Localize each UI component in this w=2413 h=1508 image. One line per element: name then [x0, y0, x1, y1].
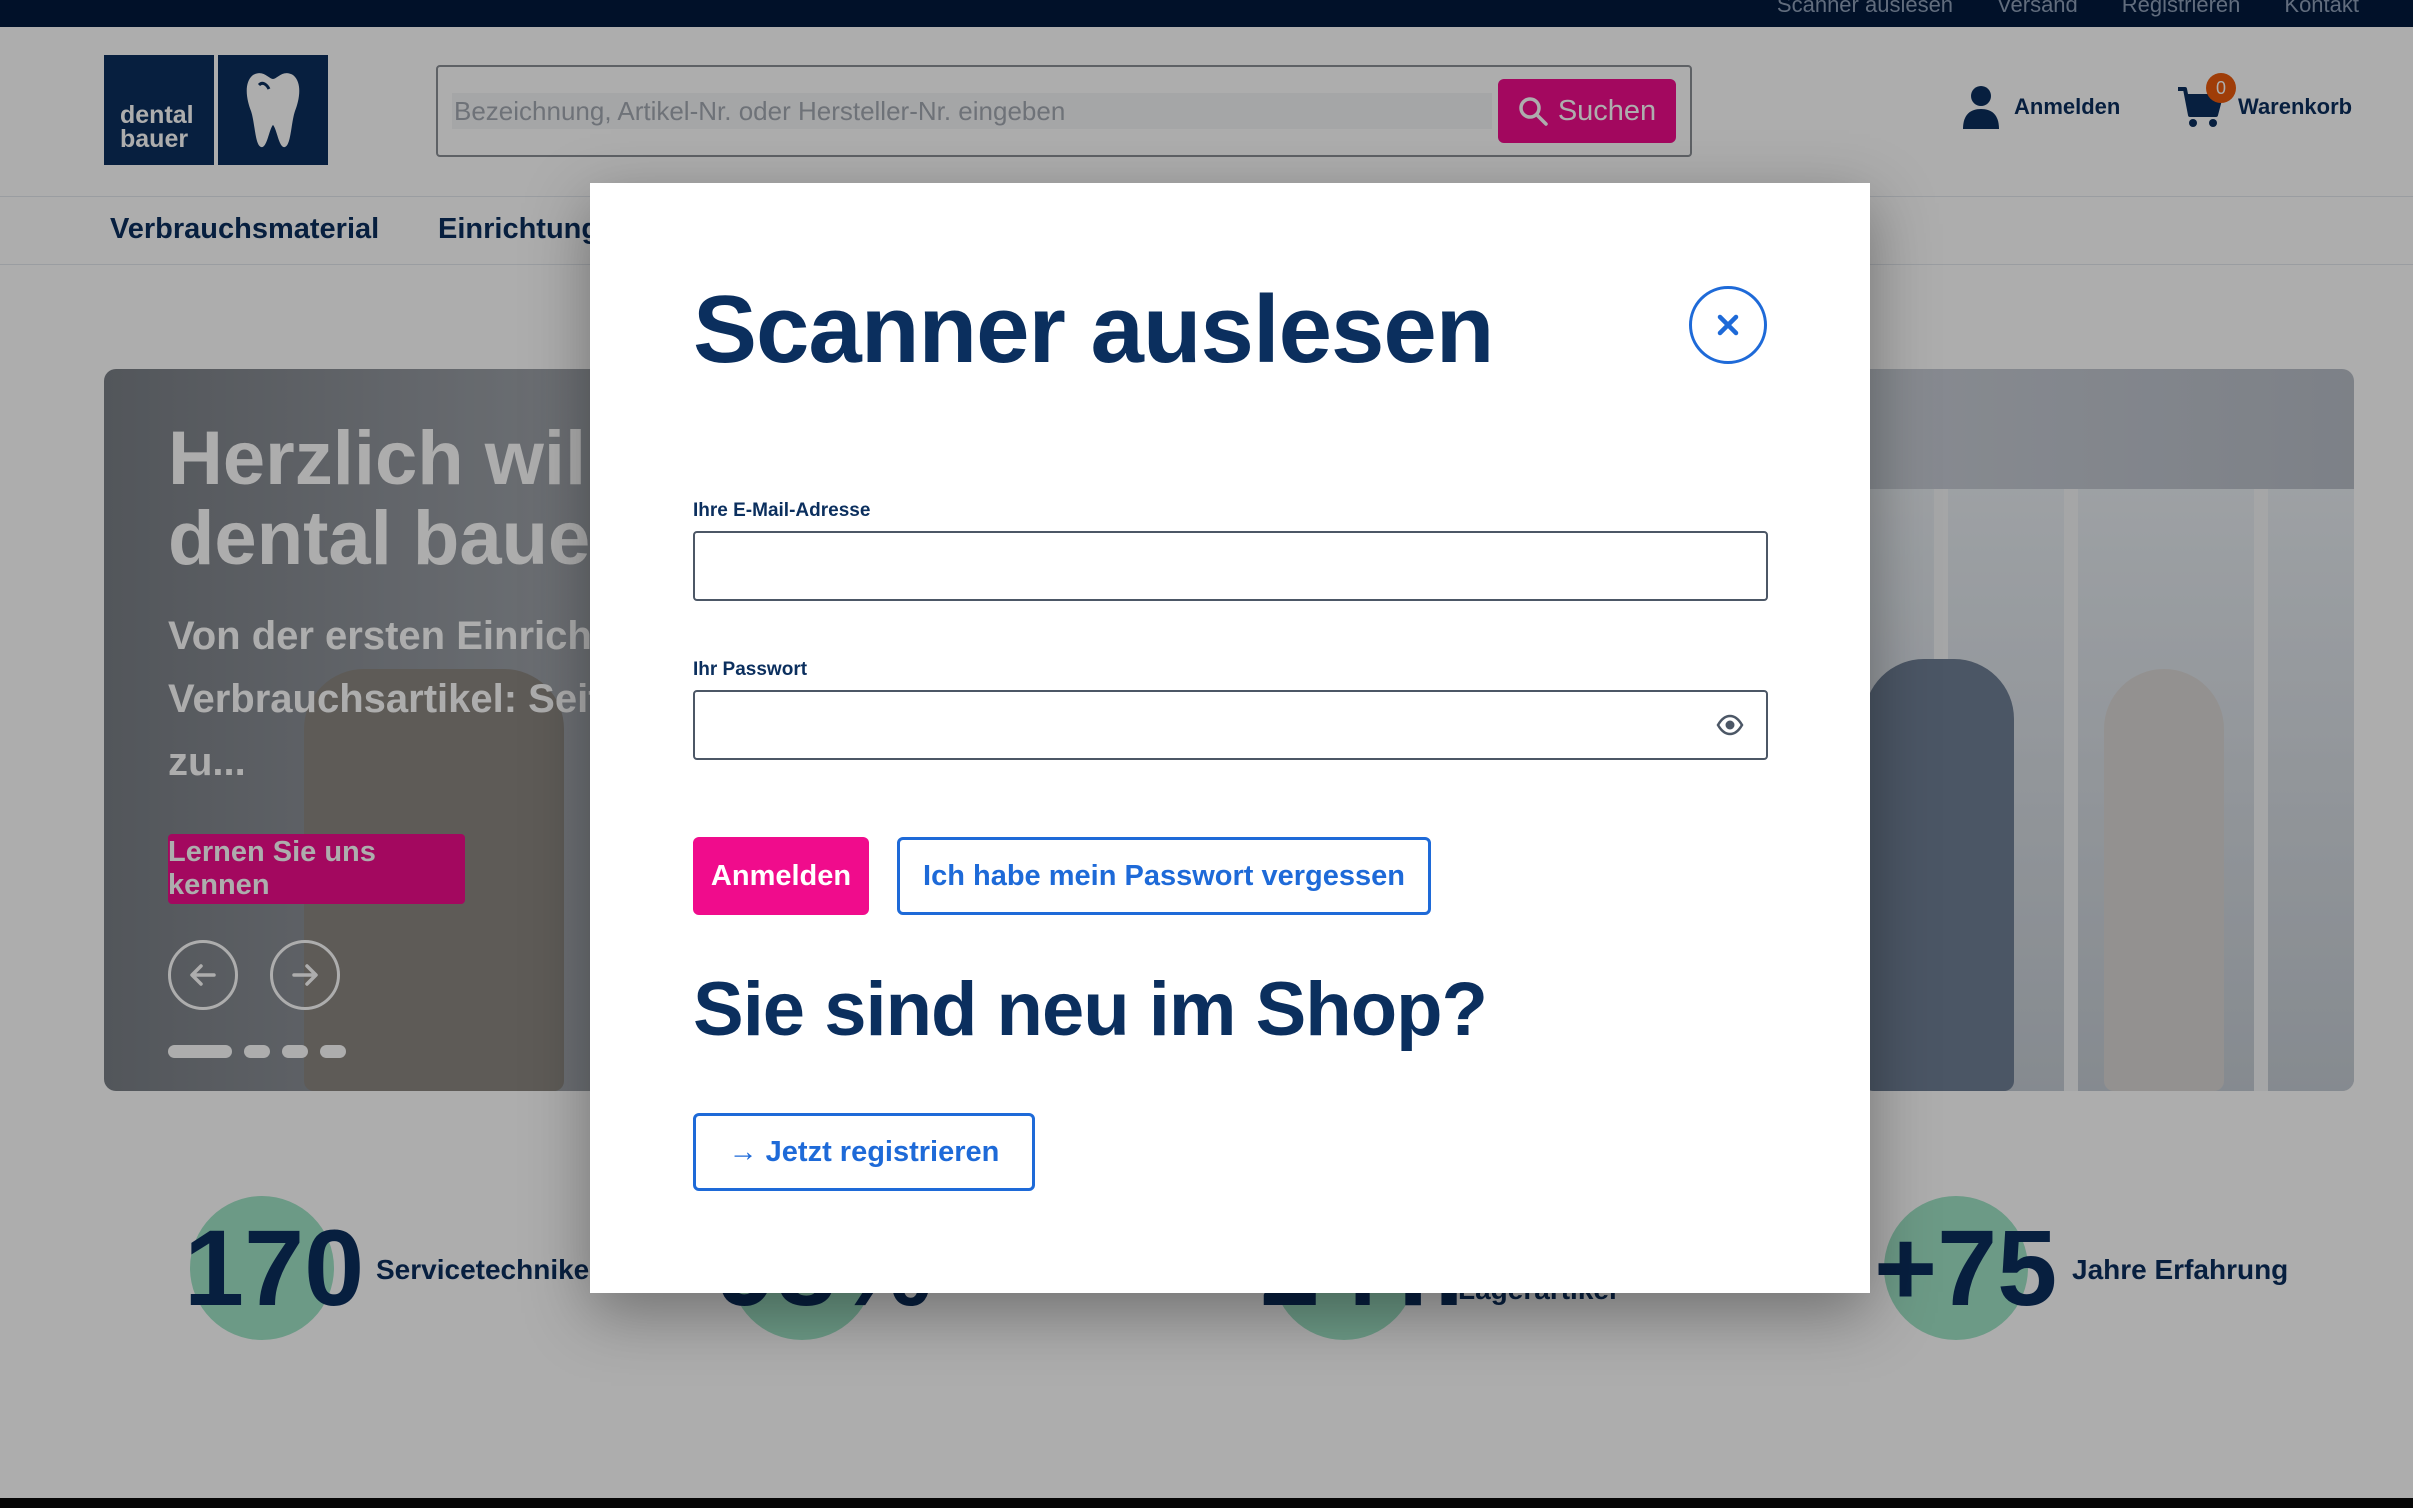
register-button[interactable]: → Jetzt registrieren	[693, 1113, 1035, 1191]
modal-close-button[interactable]	[1689, 286, 1767, 364]
new-customer-heading: Sie sind neu im Shop?	[693, 967, 1488, 1052]
email-field-wrapper	[693, 531, 1768, 601]
email-field[interactable]	[695, 533, 1766, 599]
password-field[interactable]	[695, 692, 1766, 758]
login-modal: Scanner auslesen Ihre E-Mail-Adresse Ihr…	[590, 183, 1870, 1293]
password-label: Ihr Passwort	[693, 659, 808, 680]
modal-title: Scanner auslesen	[693, 276, 1494, 383]
close-icon	[1717, 314, 1739, 336]
show-password-eye-icon[interactable]	[1716, 714, 1744, 736]
email-label: Ihre E-Mail-Adresse	[693, 500, 871, 521]
modal-login-button[interactable]: Anmelden	[693, 837, 869, 915]
forgot-password-button[interactable]: Ich habe mein Passwort vergessen	[897, 837, 1431, 915]
password-field-wrapper	[693, 690, 1768, 760]
